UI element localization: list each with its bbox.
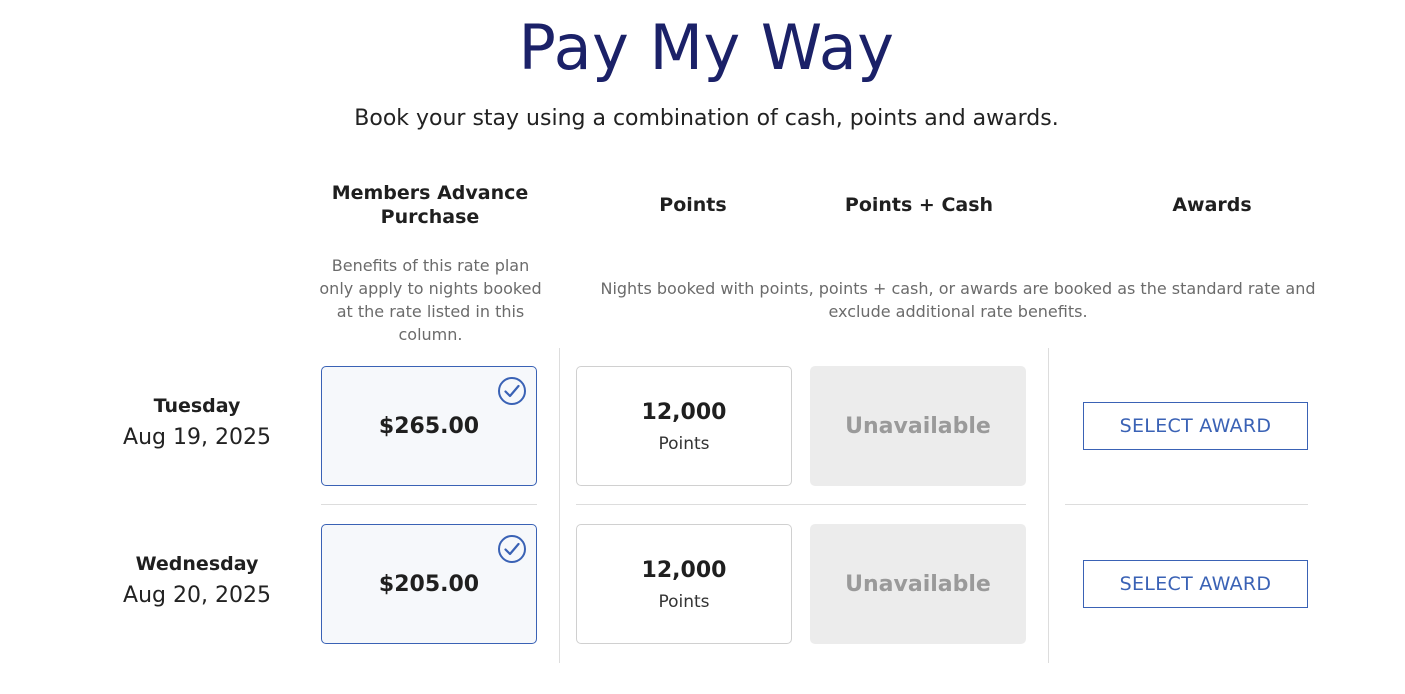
points-cash-unavailable-card: Unavailable xyxy=(810,524,1026,644)
points-label: Points xyxy=(658,592,710,612)
column-header-awards: Awards xyxy=(1172,194,1252,216)
page-subtitle: Book your stay using a combination of ca… xyxy=(354,106,1059,131)
rate-price: $265.00 xyxy=(378,413,480,439)
rate-plan-note: Benefits of this rate plan only apply to… xyxy=(319,256,542,344)
column-header-members-advance: Members Advance Purchase xyxy=(331,182,529,228)
row-divider xyxy=(1065,504,1308,505)
check-circle-icon xyxy=(498,535,526,563)
column-header-points-cash: Points + Cash xyxy=(844,194,994,216)
points-value: 12,000 xyxy=(641,558,727,583)
unavailable-label: Unavailable xyxy=(845,571,991,597)
check-circle-icon xyxy=(498,377,526,405)
select-award-button[interactable]: SELECT AWARD xyxy=(1083,402,1308,450)
row-day: Wednesday xyxy=(135,553,259,575)
select-award-button[interactable]: SELECT AWARD xyxy=(1083,560,1308,608)
row-divider xyxy=(321,504,537,505)
row-day: Tuesday xyxy=(153,395,241,417)
rate-price: $205.00 xyxy=(378,571,480,597)
members-advance-rate-card[interactable]: $265.00 xyxy=(321,366,537,486)
points-cash-unavailable-card: Unavailable xyxy=(810,366,1026,486)
row-date: Aug 20, 2025 xyxy=(123,583,271,608)
points-label: Points xyxy=(658,434,710,454)
column-header-points: Points xyxy=(659,194,727,216)
page-title: Pay My Way xyxy=(518,11,895,84)
column-divider xyxy=(1048,348,1049,663)
row-date: Aug 19, 2025 xyxy=(123,425,271,450)
members-advance-rate-card[interactable]: $205.00 xyxy=(321,524,537,644)
pay-my-way-page: Pay My Way Book your stay using a combin… xyxy=(0,0,1405,694)
unavailable-label: Unavailable xyxy=(845,413,991,439)
points-option-card[interactable]: 12,000 Points xyxy=(576,366,792,486)
row-divider xyxy=(576,504,1026,505)
points-value: 12,000 xyxy=(641,400,727,425)
standard-rate-note: Nights booked with points, points + cash… xyxy=(600,279,1316,321)
points-option-card[interactable]: 12,000 Points xyxy=(576,524,792,644)
column-divider xyxy=(559,348,560,663)
